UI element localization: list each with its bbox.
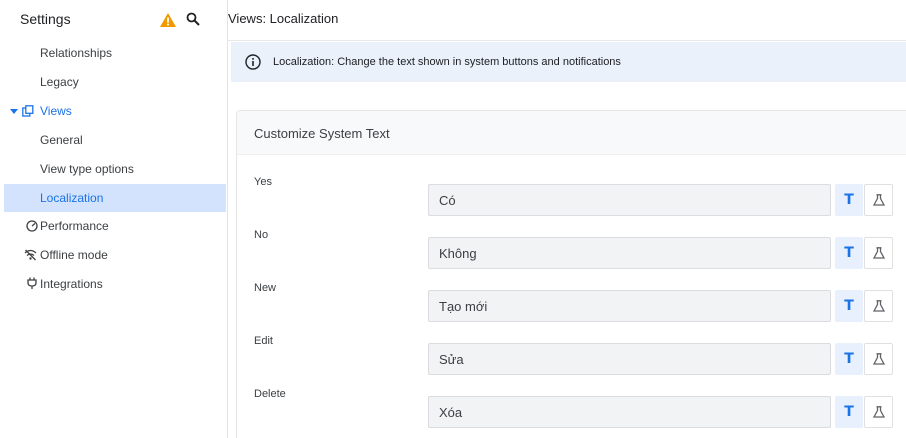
text-row-no: No Không T	[237, 219, 906, 272]
sidebar: Settings Relationships Legacy Views Gene…	[0, 0, 228, 438]
sidebar-item-view-type-options[interactable]: View type options	[4, 155, 226, 183]
sidebar-header: Settings	[0, 0, 228, 40]
text-row-new: New Tạo mới T	[237, 272, 906, 325]
formula-mode-button[interactable]	[864, 343, 893, 375]
formula-mode-button[interactable]	[864, 184, 893, 216]
card-header: Customize System Text	[237, 111, 906, 155]
no-text-input[interactable]: Không	[428, 237, 831, 269]
sidebar-item-label: Performance	[40, 219, 109, 233]
sidebar-item-integrations[interactable]: Integrations	[4, 270, 226, 298]
copy-icon	[22, 105, 34, 117]
sidebar-item-performance[interactable]: Performance	[4, 212, 226, 240]
text-mode-button[interactable]: T	[835, 237, 863, 269]
speedometer-icon	[26, 220, 38, 232]
wifi-off-icon	[24, 249, 37, 261]
sidebar-item-label: Legacy	[40, 75, 79, 89]
text-mode-button[interactable]: T	[835, 343, 863, 375]
row-label: New	[254, 282, 277, 294]
row-label: Delete	[254, 388, 286, 400]
flask-icon	[872, 194, 885, 206]
flask-icon	[872, 353, 885, 365]
sidebar-item-general[interactable]: General	[4, 126, 226, 154]
info-banner: Localization: Change the text shown in s…	[231, 42, 906, 82]
app-root: Settings Relationships Legacy Views Gene…	[0, 0, 906, 438]
sidebar-title: Settings	[20, 11, 71, 27]
formula-mode-button[interactable]	[864, 396, 893, 428]
sidebar-item-views[interactable]: Views	[4, 97, 226, 125]
warning-icon[interactable]	[160, 13, 176, 27]
sidebar-item-label: Localization	[40, 191, 104, 205]
sidebar-item-label: Integrations	[40, 277, 103, 291]
formula-mode-button[interactable]	[864, 290, 893, 322]
text-row-edit: Edit Sửa T	[237, 325, 906, 378]
sidebar-item-label: Offline mode	[40, 248, 108, 262]
caret-down-icon	[10, 109, 18, 114]
sidebar-item-localization[interactable]: Localization	[4, 184, 226, 212]
edit-text-input[interactable]: Sửa	[428, 343, 831, 375]
sidebar-item-label: Views	[40, 104, 72, 118]
delete-text-input[interactable]: Xóa	[428, 396, 831, 428]
row-label: No	[254, 229, 269, 241]
text-mode-button[interactable]: T	[835, 184, 863, 216]
sidebar-item-label: View type options	[40, 162, 134, 176]
text-mode-button[interactable]: T	[835, 396, 863, 428]
row-label: Yes	[254, 176, 272, 188]
sidebar-item-label: Relationships	[40, 46, 113, 60]
flask-icon	[872, 247, 885, 259]
search-icon[interactable]	[186, 12, 200, 26]
sidebar-item-label: General	[40, 133, 83, 147]
sidebar-item-offline-mode[interactable]: Offline mode	[4, 241, 226, 269]
text-row-delete: Delete Xóa T	[237, 378, 906, 431]
card-title: Customize System Text	[254, 126, 390, 141]
sidebar-item-legacy[interactable]: Legacy	[4, 68, 226, 96]
row-label: Edit	[254, 335, 273, 347]
info-icon	[245, 54, 261, 70]
text-row-yes: Yes Có T	[237, 166, 906, 219]
flask-icon	[872, 406, 885, 418]
yes-text-input[interactable]: Có	[428, 184, 831, 216]
formula-mode-button[interactable]	[864, 237, 893, 269]
customize-system-text-card: Customize System Text Yes Có T No Không …	[236, 110, 906, 438]
text-mode-button[interactable]: T	[835, 290, 863, 322]
plug-icon	[27, 277, 37, 289]
header-divider	[228, 40, 906, 41]
page-title: Views: Localization	[228, 11, 339, 26]
main-content: Views: Localization Localization: Change…	[228, 0, 906, 438]
flask-icon	[872, 300, 885, 312]
sidebar-item-relationships[interactable]: Relationships	[4, 39, 226, 67]
info-banner-text: Localization: Change the text shown in s…	[273, 56, 621, 68]
new-text-input[interactable]: Tạo mới	[428, 290, 831, 322]
